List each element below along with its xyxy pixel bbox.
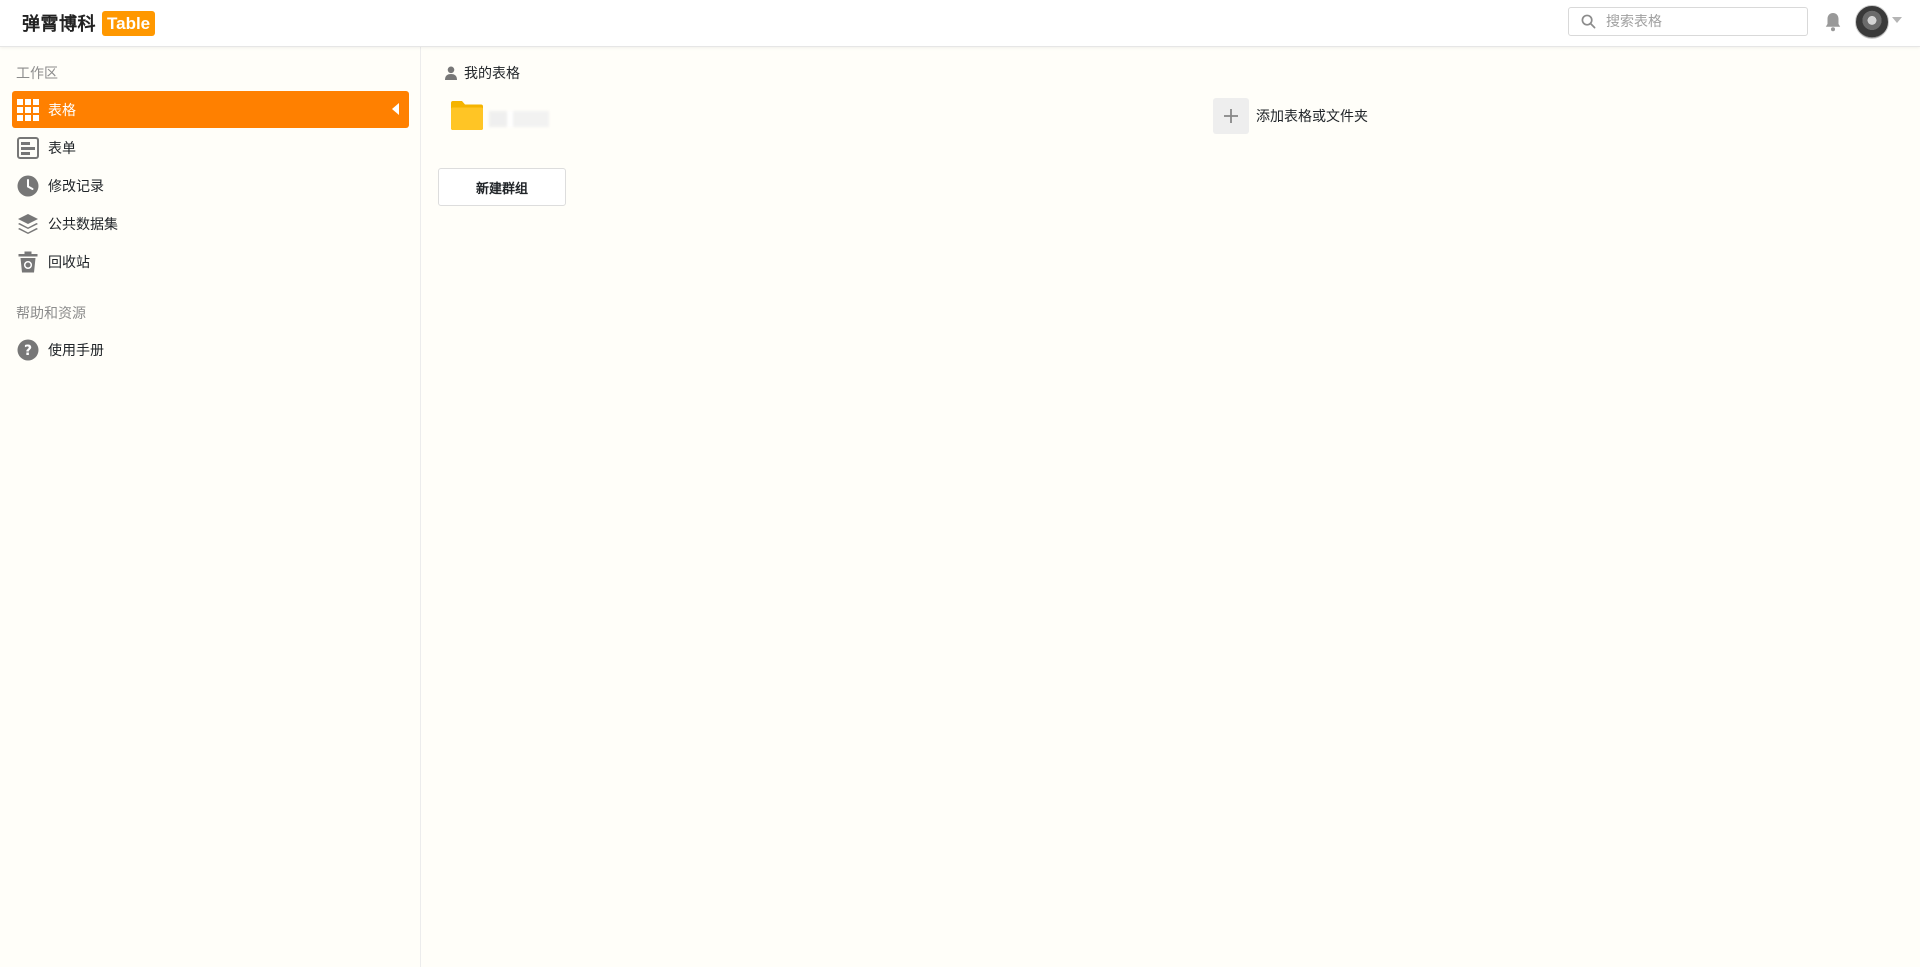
add-table-label: 添加表格或文件夹 <box>1256 109 1368 125</box>
user-icon <box>445 66 457 80</box>
sidebar-item-label: 修改记录 <box>48 178 104 195</box>
top-bar: 弹霄博科 Table <box>0 0 1920 47</box>
sidebar-item-label: 公共数据集 <box>48 216 118 233</box>
sidebar-item-tables[interactable]: 表格 <box>12 91 409 128</box>
add-table-or-folder[interactable]: 添加表格或文件夹 <box>1213 98 1368 134</box>
main-content: 我的表格 添加表格或文件夹 新建群组 <box>421 47 1920 967</box>
caret-down-icon[interactable] <box>1892 17 1902 23</box>
new-group-button[interactable]: 新建群组 <box>438 168 566 206</box>
sidebar-item-label: 回收站 <box>48 254 90 271</box>
my-tables-header: 我的表格 <box>445 63 520 83</box>
folder-name-redacted[interactable] <box>489 111 549 127</box>
folder-icon[interactable] <box>451 100 483 130</box>
caret-left-icon <box>392 103 399 115</box>
sidebar-item-label: 表单 <box>48 140 76 157</box>
help-title: 帮助和资源 <box>16 306 86 322</box>
app-logo[interactable]: 弹霄博科 Table <box>22 10 156 36</box>
form-icon <box>16 136 40 160</box>
workspace-title: 工作区 <box>16 66 58 82</box>
sidebar-item-label: 表格 <box>48 102 76 119</box>
logo-text: 弹霄博科 <box>22 14 96 35</box>
logo-badge: Table <box>102 10 156 36</box>
sidebar-item-recycle-bin[interactable]: 回收站 <box>12 243 409 280</box>
layers-icon <box>16 212 40 236</box>
section-title: 我的表格 <box>464 66 520 82</box>
sidebar-item-label: 使用手册 <box>48 342 104 359</box>
sidebar-item-history[interactable]: 修改记录 <box>12 167 409 204</box>
search-icon <box>1581 14 1596 29</box>
question-icon: ? <box>16 338 40 362</box>
add-button[interactable] <box>1213 98 1249 134</box>
sidebar: 工作区 表格 表单 修改记录 公共数据集 回收站 帮助和资源 ? 使用手册 <box>0 47 421 967</box>
user-avatar[interactable] <box>1855 5 1889 39</box>
sidebar-item-manual[interactable]: ? 使用手册 <box>12 331 409 368</box>
grid-icon <box>16 98 40 122</box>
sidebar-item-public-datasets[interactable]: 公共数据集 <box>12 205 409 242</box>
search-box[interactable] <box>1568 7 1808 36</box>
sidebar-item-forms[interactable]: 表单 <box>12 129 409 166</box>
search-input[interactable] <box>1606 13 1796 30</box>
bell-icon[interactable] <box>1824 11 1842 33</box>
svg-text:?: ? <box>24 343 32 359</box>
trash-icon <box>16 250 40 274</box>
clock-icon <box>16 174 40 198</box>
plus-icon <box>1224 109 1238 123</box>
